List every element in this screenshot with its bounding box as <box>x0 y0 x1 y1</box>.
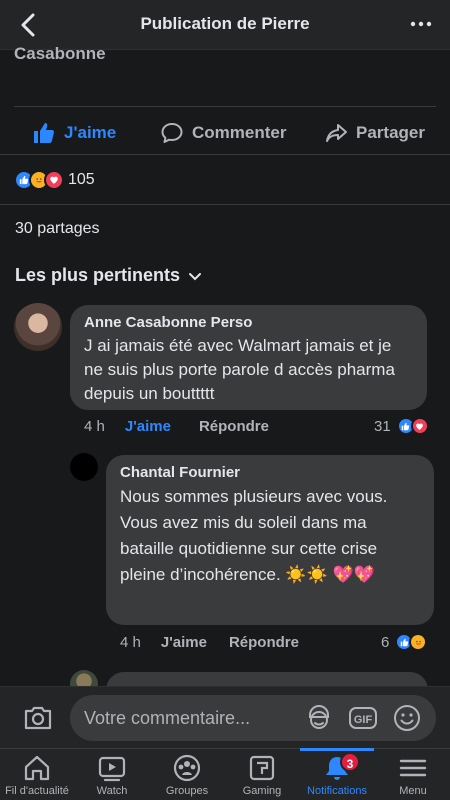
tab-label: Groupes <box>165 785 209 797</box>
svg-text:GIF: GIF <box>354 714 373 726</box>
divider <box>0 154 450 155</box>
tab-label: Fil d'actualité <box>5 785 69 797</box>
like-button[interactable]: J'aime <box>32 120 116 146</box>
notification-badge: 3 <box>340 752 360 772</box>
chevron-down-icon <box>189 272 202 280</box>
groups-icon <box>173 754 201 782</box>
love-reaction-icon <box>410 417 429 435</box>
comment-icon <box>161 123 183 143</box>
comment-composer: GIF <box>0 686 450 748</box>
avatar-sticker-icon[interactable] <box>304 703 334 733</box>
comment-meta: 4 h J'aime Répondre <box>84 418 269 435</box>
top-bar: Publication de Pierre <box>0 0 450 50</box>
camera-icon[interactable] <box>22 703 54 733</box>
comment-text: Nous sommes plusieurs avec vous. Vous av… <box>120 487 388 584</box>
tab-label: Gaming <box>242 785 282 797</box>
avatar[interactable] <box>14 303 62 351</box>
care-reaction-icon <box>409 633 428 651</box>
comment-reaction-count: 31 <box>374 417 391 435</box>
comment-reactions[interactable]: 6 <box>381 633 428 651</box>
divider <box>0 204 450 205</box>
tab-label: Menu <box>399 785 427 797</box>
comment-label: Commenter <box>192 123 287 142</box>
comment-reply-button[interactable]: Répondre <box>229 634 299 651</box>
tab-gaming[interactable]: Gaming <box>225 749 299 800</box>
tab-groups[interactable]: Groupes <box>150 749 224 800</box>
tab-menu[interactable]: Menu <box>376 749 450 800</box>
gaming-icon <box>249 755 275 781</box>
reaction-summary[interactable]: 105 <box>14 168 95 192</box>
avatar[interactable] <box>70 453 98 481</box>
watch-video-icon <box>98 756 126 782</box>
comment-reaction-count: 6 <box>381 633 390 651</box>
comment-like-button[interactable]: J'aime <box>125 418 171 435</box>
comment-reply-button[interactable]: Répondre <box>199 418 269 435</box>
divider <box>14 106 436 107</box>
comment-meta: 4 h J'aime Répondre <box>120 634 299 651</box>
bottom-tab-bar: Fil d'actualité Watch Groupes Gaming 3 N… <box>0 748 450 800</box>
gif-icon[interactable]: GIF <box>348 703 378 733</box>
comment-time: 4 h <box>120 634 141 651</box>
comment-time: 4 h <box>84 418 105 435</box>
menu-hamburger-icon <box>399 759 427 777</box>
like-label: J'aime <box>64 123 117 142</box>
comment-button[interactable]: Commenter <box>160 120 286 146</box>
comment-sort-filter[interactable]: Les plus pertinents <box>15 265 202 286</box>
reaction-count: 105 <box>68 171 95 188</box>
shares-count[interactable]: 30 partages <box>15 220 100 238</box>
share-button[interactable]: Partager <box>324 120 425 146</box>
comment-like-button[interactable]: J'aime <box>161 634 207 651</box>
tab-news-feed[interactable]: Fil d'actualité <box>0 749 74 800</box>
share-arrow-icon <box>326 124 347 142</box>
comment-text: J ai jamais été avec Walmart jamais et j… <box>84 336 395 403</box>
post-actions: J'aime Commenter Partager <box>0 108 450 156</box>
tab-watch[interactable]: Watch <box>75 749 149 800</box>
filter-label: Les plus pertinents <box>15 265 181 285</box>
home-icon <box>24 755 50 781</box>
tab-label: Watch <box>96 785 128 797</box>
tab-label: Notifications <box>307 785 367 797</box>
comment-author[interactable]: Chantal Fournier <box>120 464 420 481</box>
comment-reactions[interactable]: 31 <box>374 417 429 435</box>
comment-bubble[interactable]: Chantal Fournier Nous sommes plusieurs a… <box>106 455 434 625</box>
comment-bubble[interactable]: Anne Casabonne Perso J ai jamais été ave… <box>70 305 427 410</box>
share-label: Partager <box>356 123 425 142</box>
love-reaction-icon <box>44 170 64 190</box>
comment-input[interactable] <box>70 695 436 741</box>
page-title: Publication de Pierre <box>140 14 310 33</box>
thumbs-up-icon <box>34 123 54 143</box>
tab-notifications[interactable]: 3 Notifications <box>300 748 374 800</box>
comment-author[interactable]: Anne Casabonne Perso <box>84 314 413 331</box>
more-options-icon[interactable] <box>408 12 434 36</box>
emoji-icon[interactable] <box>392 703 422 733</box>
